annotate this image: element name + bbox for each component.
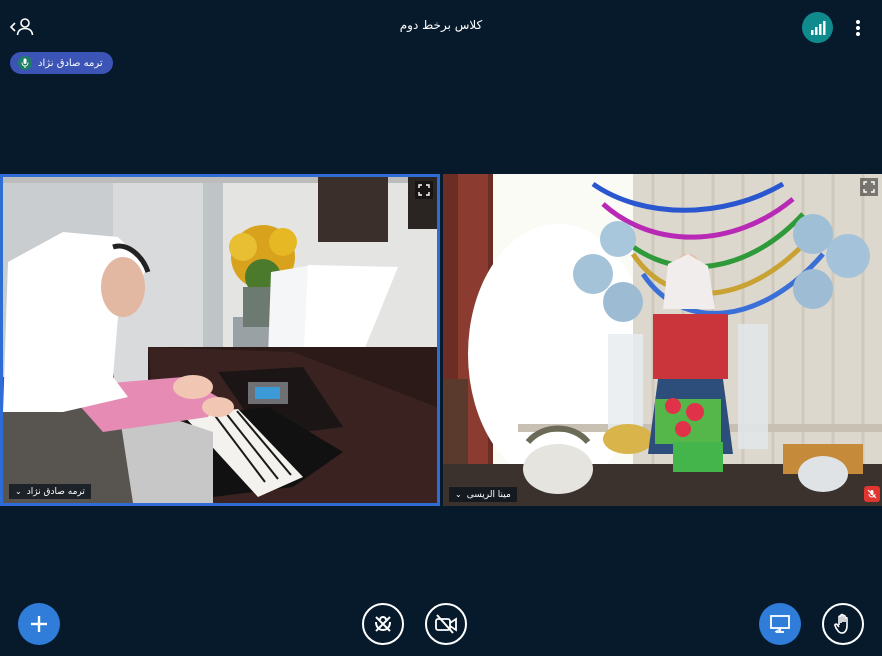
chevron-down-icon: ⌄ — [15, 487, 22, 496]
fullscreen-button[interactable] — [415, 181, 433, 199]
bottom-action-bar — [0, 596, 882, 652]
vertical-dots-icon — [856, 20, 860, 36]
expand-icon — [863, 181, 875, 193]
share-webcam-button[interactable] — [425, 603, 467, 645]
talker-name: ترمه صادق نژاد — [38, 57, 103, 69]
chevron-down-icon: ⌄ — [455, 490, 462, 499]
camera-off-icon — [435, 614, 457, 634]
raise-hand-button[interactable] — [822, 603, 864, 645]
mic-off-icon — [867, 489, 877, 499]
fullscreen-button[interactable] — [860, 178, 878, 196]
mic-off-icon — [375, 616, 391, 632]
video-feed-celebration — [443, 174, 882, 506]
video-tile-1[interactable]: ترمه صادق نژاد ⌄ — [0, 174, 440, 506]
screen-share-icon — [770, 615, 790, 633]
join-audio-button[interactable] — [362, 603, 404, 645]
signal-bars-icon — [810, 20, 825, 35]
expand-icon — [418, 184, 430, 196]
video-tile-2[interactable]: مینا الریسی ⌄ — [443, 174, 882, 506]
share-screen-button[interactable] — [759, 603, 801, 645]
meeting-title: کلاس برخط دوم — [399, 18, 483, 32]
user-name-tag[interactable]: مینا الریسی ⌄ — [449, 487, 517, 502]
user-name: مینا الریسی — [466, 489, 511, 500]
more-options-button[interactable] — [848, 14, 868, 42]
talking-indicator[interactable]: ترمه صادق نژاد — [10, 52, 113, 74]
video-feed-piano — [3, 177, 437, 503]
hand-icon — [834, 613, 848, 634]
mic-icon — [18, 56, 32, 70]
muted-status-badge — [864, 486, 880, 502]
user-name-tag[interactable]: ترمه صادق نژاد ⌄ — [9, 484, 91, 499]
user-name: ترمه صادق نژاد — [26, 486, 85, 497]
actions-button[interactable] — [18, 603, 60, 645]
plus-icon — [31, 616, 47, 632]
connection-status-button[interactable] — [802, 12, 833, 43]
top-bar: کلاس برخط دوم — [0, 0, 882, 50]
